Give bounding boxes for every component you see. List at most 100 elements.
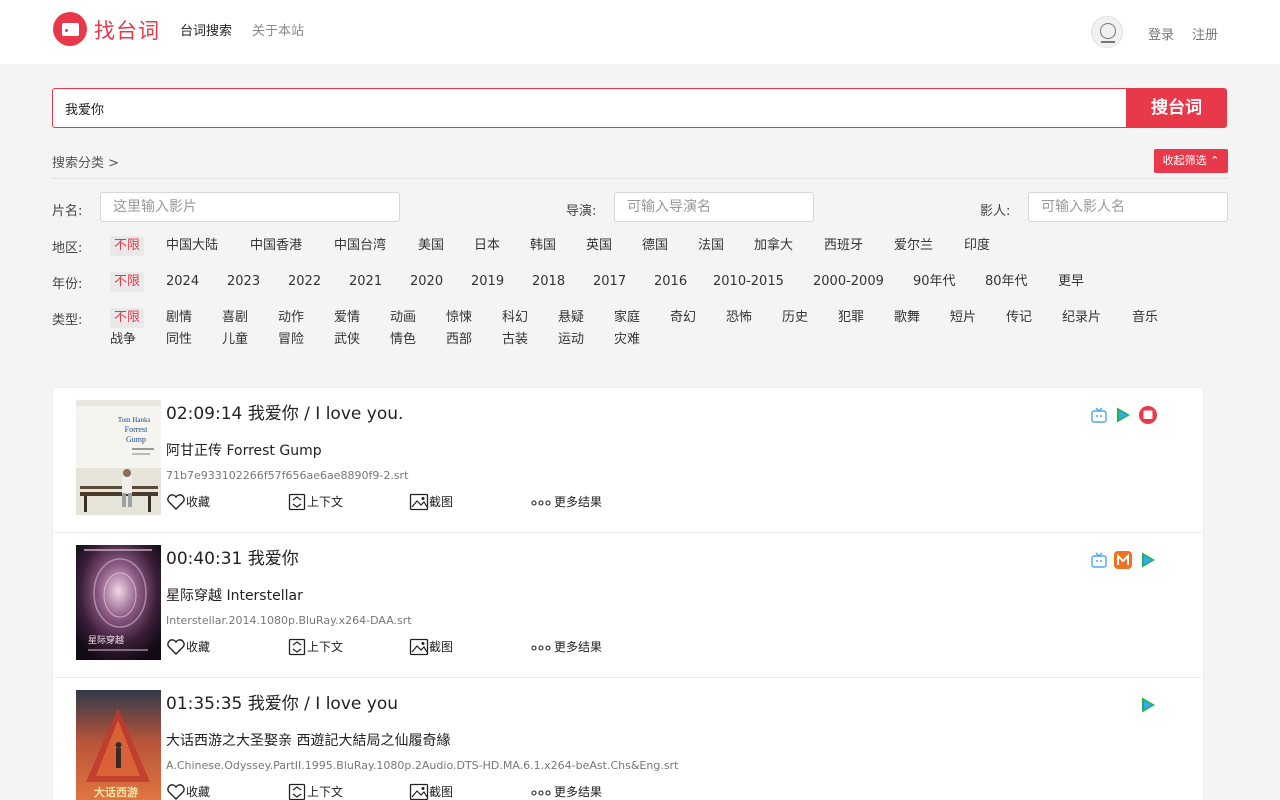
genre-option[interactable]: 动画 xyxy=(390,308,416,328)
region-option[interactable]: 印度 xyxy=(964,236,990,256)
mango-icon[interactable] xyxy=(1114,551,1132,569)
movie-name[interactable]: 阿甘正传 Forrest Gump xyxy=(166,442,322,460)
region-option[interactable]: 韩国 xyxy=(530,236,556,256)
user-avatar-icon[interactable] xyxy=(1091,16,1123,48)
genre-option[interactable]: 冒险 xyxy=(278,330,304,350)
genre-option[interactable]: 儿童 xyxy=(222,330,248,350)
play-icon[interactable] xyxy=(1139,551,1157,569)
year-option[interactable]: 更早 xyxy=(1058,272,1084,292)
title-field[interactable] xyxy=(100,192,400,222)
region-option[interactable]: 中国台湾 xyxy=(334,236,386,256)
genre-option[interactable]: 爱情 xyxy=(334,308,360,328)
year-option[interactable]: 2022 xyxy=(288,272,321,292)
film-icon[interactable] xyxy=(1139,406,1157,424)
result-item: 大话西游 01:35:35 我爱你 / I love you 大话西游之大圣娶亲… xyxy=(53,678,1203,800)
region-option[interactable]: 英国 xyxy=(586,236,612,256)
collapse-filter-button[interactable]: 收起筛选 ⌃ xyxy=(1154,149,1228,173)
genre-option[interactable]: 剧情 xyxy=(166,308,192,328)
year-option[interactable]: 2017 xyxy=(593,272,626,292)
svg-text:Tom Hanks: Tom Hanks xyxy=(118,416,151,424)
register-link[interactable]: 注册 xyxy=(1192,24,1218,43)
genre-option[interactable]: 运动 xyxy=(558,330,584,350)
genre-option[interactable]: 恐怖 xyxy=(726,308,752,328)
top-header: 找台词 台词搜索 关于本站 登录 注册 xyxy=(0,0,1280,64)
genre-option[interactable]: 西部 xyxy=(446,330,472,350)
year-option[interactable]: 2018 xyxy=(532,272,565,292)
subtitle-file: A.Chinese.Odyssey.PartII.1995.BluRay.108… xyxy=(166,759,679,772)
genre-option[interactable]: 古装 xyxy=(502,330,528,350)
play-icon[interactable] xyxy=(1114,406,1132,424)
genre-option[interactable]: 犯罪 xyxy=(838,308,864,328)
ellipsis-icon xyxy=(531,500,551,506)
genre-option[interactable]: 同性 xyxy=(166,330,192,350)
search-input[interactable] xyxy=(52,88,1128,128)
tv-icon[interactable] xyxy=(1090,551,1108,569)
region-option[interactable]: 美国 xyxy=(418,236,444,256)
region-option[interactable]: 加拿大 xyxy=(754,236,793,256)
genre-option[interactable]: 传记 xyxy=(1006,308,1032,328)
movie-poster[interactable]: Tom Hanks Forrest Gump xyxy=(76,400,161,515)
region-option[interactable]: 西班牙 xyxy=(824,236,863,256)
result-title[interactable]: 01:35:35 我爱你 / I love you xyxy=(166,693,398,715)
genre-option[interactable]: 情色 xyxy=(390,330,416,350)
login-link[interactable]: 登录 xyxy=(1148,24,1174,43)
nav-about[interactable]: 关于本站 xyxy=(252,23,304,41)
region-option[interactable]: 日本 xyxy=(474,236,500,256)
tv-icon[interactable] xyxy=(1090,406,1108,424)
region-option[interactable]: 德国 xyxy=(642,236,668,256)
year-option[interactable]: 2024 xyxy=(166,272,199,292)
result-title[interactable]: 00:40:31 我爱你 xyxy=(166,548,299,570)
year-option[interactable]: 90年代 xyxy=(913,272,956,292)
year-option[interactable]: 2000-2009 xyxy=(813,272,884,292)
genre-option[interactable]: 动作 xyxy=(278,308,304,328)
genre-option[interactable]: 纪录片 xyxy=(1062,308,1101,328)
year-option[interactable]: 2020 xyxy=(410,272,443,292)
actor-field[interactable] xyxy=(1028,192,1228,222)
genre-option[interactable]: 奇幻 xyxy=(670,308,696,328)
genre-option[interactable]: 不限 xyxy=(110,308,145,328)
region-option[interactable]: 不限 xyxy=(110,236,145,256)
result-title[interactable]: 02:09:14 我爱你 / I love you. xyxy=(166,403,403,425)
year-option[interactable]: 2016 xyxy=(654,272,687,292)
search-button[interactable]: 搜台词 xyxy=(1126,88,1227,128)
genre-option[interactable]: 短片 xyxy=(950,308,976,328)
play-icon[interactable] xyxy=(1139,696,1157,714)
genre-option[interactable]: 歌舞 xyxy=(894,308,920,328)
logo-text[interactable]: 找台词 xyxy=(94,17,160,45)
year-option[interactable]: 2019 xyxy=(471,272,504,292)
year-option[interactable]: 2021 xyxy=(349,272,382,292)
year-option[interactable]: 2023 xyxy=(227,272,260,292)
subtitle-file: 71b7e933102266f57f656ae6ae8890f9-2.srt xyxy=(166,469,409,482)
genre-option[interactable]: 科幻 xyxy=(502,308,528,328)
movie-name[interactable]: 大话西游之大圣娶亲 西遊記大結局之仙履奇緣 xyxy=(166,732,450,750)
image-icon xyxy=(409,493,429,511)
ellipsis-icon xyxy=(531,645,551,651)
nav-subtitle-search[interactable]: 台词搜索 xyxy=(180,23,232,41)
genre-option[interactable]: 音乐 xyxy=(1132,308,1158,328)
region-option[interactable]: 法国 xyxy=(698,236,724,256)
movie-name[interactable]: 星际穿越 Interstellar xyxy=(166,587,303,605)
context-icon xyxy=(288,493,306,511)
svg-text:Gump: Gump xyxy=(126,435,146,444)
heart-icon xyxy=(167,639,185,655)
region-option[interactable]: 中国大陆 xyxy=(166,236,218,256)
genre-option[interactable]: 家庭 xyxy=(614,308,640,328)
year-option[interactable]: 80年代 xyxy=(985,272,1028,292)
year-option[interactable]: 不限 xyxy=(110,272,145,292)
region-option[interactable]: 中国香港 xyxy=(250,236,302,256)
genre-option[interactable]: 悬疑 xyxy=(558,308,584,328)
filter-title[interactable]: 搜索分类 > xyxy=(52,152,119,171)
director-field[interactable] xyxy=(614,192,814,222)
logo-icon[interactable] xyxy=(53,12,87,46)
genre-option[interactable]: 喜剧 xyxy=(222,308,248,328)
genre-option[interactable]: 历史 xyxy=(782,308,808,328)
genre-option[interactable]: 惊悚 xyxy=(446,308,472,328)
genre-option[interactable]: 武侠 xyxy=(334,330,360,350)
movie-poster[interactable]: 大话西游 xyxy=(76,690,161,800)
year-option[interactable]: 2010-2015 xyxy=(713,272,784,292)
region-option[interactable]: 爱尔兰 xyxy=(894,236,933,256)
genre-option[interactable]: 战争 xyxy=(110,330,136,350)
heart-icon xyxy=(167,494,185,510)
movie-poster[interactable]: 星际穿越 xyxy=(76,545,161,660)
genre-option[interactable]: 灾难 xyxy=(614,330,640,350)
